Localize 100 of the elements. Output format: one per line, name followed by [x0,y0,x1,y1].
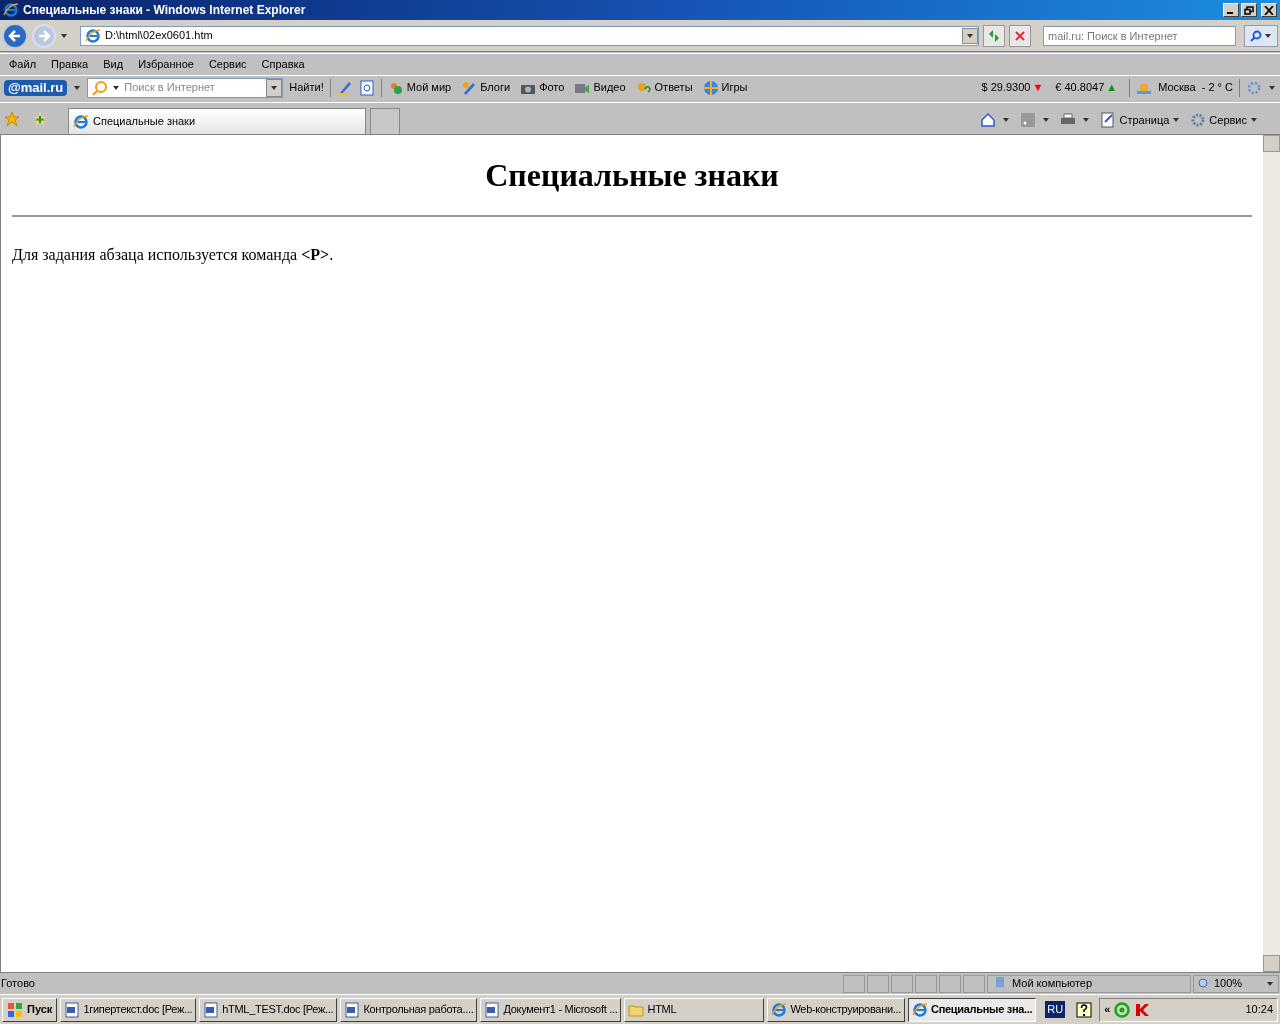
taskbar-button[interactable]: 1гипертекст.doc [Реж... [60,997,197,1022]
status-pane [939,974,961,993]
back-button[interactable] [2,22,28,49]
toolbar-link[interactable]: Игры [702,79,748,96]
trend-arrow: ▼ [1032,80,1044,96]
toolbar-link[interactable]: Видео [574,79,626,96]
exchange-rate[interactable]: € 40.8047 [1055,79,1105,96]
caret-icon[interactable] [1042,115,1051,124]
help-icon[interactable] [1076,1001,1093,1018]
caret-icon[interactable] [60,31,68,40]
document-icon [64,1001,81,1018]
menu-item[interactable]: Правка [51,56,89,73]
exchange-rate[interactable]: $ 29.9300 [981,79,1031,96]
search-icon [1250,29,1262,42]
search-button[interactable] [1244,24,1278,47]
taskbar-button[interactable]: Контрольная работа.... [340,997,478,1022]
caret-icon[interactable] [1268,83,1276,92]
menu-item[interactable]: Файл [9,56,37,73]
dropdown-button[interactable] [962,27,978,44]
caret-icon[interactable] [270,83,279,92]
caret-icon[interactable] [1002,115,1011,124]
caret-icon[interactable] [966,31,974,40]
refresh-button[interactable] [983,24,1005,47]
toolbar-link[interactable]: Блоги [461,79,511,96]
taskbar-button[interactable]: Web-конструировани... [767,997,906,1022]
antivirus-icon[interactable] [1134,1001,1151,1018]
tray-toggle[interactable]: « [1104,1001,1111,1018]
close-icon [1014,29,1026,42]
caret-icon[interactable] [1266,979,1274,988]
gear-icon [1190,111,1207,128]
document-icon [344,1001,361,1018]
weather-city[interactable]: Москва [1158,79,1196,96]
address-field[interactable]: D:\html\02ex0601.htm [80,25,979,46]
security-zone: Мой компьютер [1012,976,1093,992]
caret-icon[interactable] [1250,115,1258,124]
minimize-icon [1227,12,1233,14]
command-button[interactable]: Сервис [1209,111,1247,128]
back-arrow-icon [7,27,23,44]
logo[interactable]: @mail.ru [4,79,68,96]
caret-icon[interactable] [1172,115,1181,124]
scrollbar[interactable] [1263,135,1280,972]
status-pane [891,974,913,993]
ie-logo-icon [73,113,89,130]
search-field[interactable]: mail.ru: Поиск в Интернет [1043,25,1236,46]
search-engine-icon [92,79,109,96]
ie-logo-icon [771,1001,788,1018]
zoom-icon [1198,977,1210,990]
status-pane [843,974,865,993]
caret-icon[interactable] [73,83,82,92]
taskbar-button[interactable]: HTML [624,997,765,1022]
toolbar-search-field[interactable]: Поиск в Интернет [87,77,284,98]
browser-tab[interactable]: Специальные знаки [68,108,366,134]
dropdown-button[interactable] [266,78,283,97]
paragraph: Для задания абзаца используется команда <P>. [12,245,335,266]
taskbar-button[interactable]: Документ1 - Microsoft ... [480,997,622,1022]
status-pane [963,974,985,993]
document-icon [203,1001,220,1018]
highlighter-icon[interactable] [336,79,353,96]
toolbar-link[interactable]: Ответы [635,79,693,96]
ie-logo-icon [3,2,19,18]
toolbar-link[interactable]: Мой мир [387,79,452,96]
caret-icon[interactable] [1082,115,1091,124]
star-icon[interactable] [4,111,20,127]
menu-item[interactable]: Вид [103,56,124,73]
window-title: Специальные знаки - Windows Internet Explorer [23,2,307,19]
restore-button[interactable] [1241,3,1257,17]
home-icon[interactable] [980,111,997,128]
page-heading: Специальные знаки [484,156,780,195]
pen-icon [461,79,478,96]
zoom-control[interactable]: 100% [1193,974,1279,993]
restore-icon [1244,5,1254,15]
caret-icon[interactable] [1264,31,1272,40]
close-button[interactable] [1261,3,1277,17]
close-icon [1264,5,1274,15]
status-pane [915,974,937,993]
toolbar-link[interactable]: Фото [520,79,565,96]
language-indicator[interactable]: RU [1045,1001,1066,1018]
menu-item[interactable]: Избранное [138,56,194,73]
minimize-button[interactable] [1223,3,1239,17]
start-button[interactable]: Пуск [2,997,58,1022]
forward-arrow-icon [36,27,52,44]
menu-item[interactable]: Справка [261,56,305,73]
caret-icon[interactable] [112,83,121,92]
taskbar-button[interactable]: hTML_TEST.doc [Реж... [199,997,338,1022]
trend-arrow: ▲ [1106,80,1118,96]
ie-logo-icon [912,1001,929,1018]
search-page-icon[interactable] [358,79,375,96]
find-button[interactable]: Найти! [289,79,324,96]
globe-icon [702,79,719,96]
ie-logo-icon [85,27,101,44]
stop-button[interactable] [1009,24,1031,47]
windows-logo [7,1001,23,1018]
document-icon [484,1001,501,1018]
command-button[interactable]: Страница [1119,111,1170,128]
status-text: Готово [1,976,36,992]
clock: 10:24 [1245,1002,1273,1018]
temperature: - 2 ° C [1201,80,1233,96]
status-pane [867,974,889,993]
menu-item[interactable]: Сервис [208,56,247,73]
taskbar-button[interactable]: Специальные зна... [908,997,1037,1022]
